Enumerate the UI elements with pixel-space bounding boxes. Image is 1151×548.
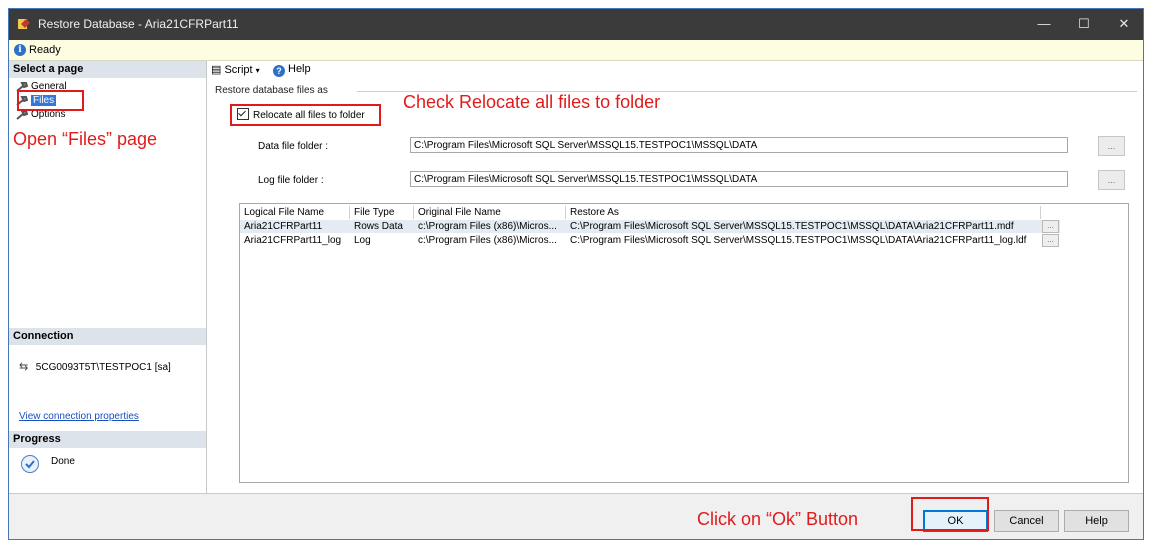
logical-file-name-cell: Aria21CFRPart11 bbox=[244, 221, 323, 232]
log-file-folder-label: Log file folder : bbox=[258, 175, 324, 186]
data-file-folder-input[interactable]: C:\Program Files\Microsoft SQL Server\MS… bbox=[410, 137, 1068, 153]
toolbar: ▤ Script ▾ ? Help bbox=[207, 61, 1143, 79]
left-pane: Select a page General Files Options Conn… bbox=[9, 61, 207, 493]
file-type-cell: Rows Data bbox=[354, 221, 403, 232]
column-header-restore-as[interactable]: Restore As bbox=[566, 206, 1041, 219]
log-folder-browse-button[interactable]: ... bbox=[1098, 170, 1125, 190]
close-button[interactable]: ✕ bbox=[1107, 9, 1141, 40]
data-file-folder-label: Data file folder : bbox=[258, 141, 329, 152]
log-file-folder-input[interactable]: C:\Program Files\Microsoft SQL Server\MS… bbox=[410, 171, 1068, 187]
column-header-file-type[interactable]: File Type bbox=[350, 206, 414, 219]
files-page-highlight bbox=[17, 90, 84, 111]
restore-as-browse-button[interactable]: ... bbox=[1042, 234, 1059, 247]
restore-database-window: Restore Database - Aria21CFRPart11 — ☐ ✕… bbox=[8, 8, 1144, 540]
script-label: Script bbox=[224, 64, 253, 76]
connection-plug-icon: ⇆ bbox=[19, 361, 29, 373]
chevron-down-icon[interactable]: ▾ bbox=[256, 66, 260, 75]
relocate-annotation: Check Relocate all files to folder bbox=[403, 92, 661, 112]
restore-as-cell[interactable]: C:\Program Files\Microsoft SQL Server\MS… bbox=[566, 220, 1041, 233]
file-type-cell: Log bbox=[354, 235, 371, 246]
files-page-annotation: Open “Files” page bbox=[13, 129, 158, 149]
info-icon: i bbox=[14, 44, 26, 56]
database-app-icon bbox=[18, 19, 30, 29]
help-toolbar-button[interactable]: ? Help bbox=[273, 63, 311, 77]
maximize-button[interactable]: ☐ bbox=[1067, 9, 1101, 40]
table-row[interactable]: Aria21CFRPart11_log Log c:\Program Files… bbox=[240, 234, 1060, 247]
original-file-name-cell: c:\Program Files (x86)\Micros... bbox=[418, 221, 557, 232]
original-file-name-cell: c:\Program Files (x86)\Micros... bbox=[418, 235, 557, 246]
select-page-header: Select a page bbox=[9, 61, 206, 78]
connection-server: 5CG0093T5T\TESTPOC1 [sa] bbox=[35, 362, 171, 373]
restore-files-group-label: Restore database files as bbox=[215, 85, 328, 96]
restore-as-browse-button[interactable]: ... bbox=[1042, 220, 1059, 233]
data-folder-browse-button[interactable]: ... bbox=[1098, 136, 1125, 156]
cancel-button[interactable]: Cancel bbox=[994, 510, 1059, 532]
help-icon: ? bbox=[273, 65, 285, 77]
wrench-icon bbox=[16, 110, 28, 120]
minimize-button[interactable]: — bbox=[1027, 9, 1061, 40]
column-header-original-file[interactable]: Original File Name bbox=[414, 206, 566, 219]
view-connection-properties-link[interactable]: View connection properties bbox=[19, 411, 139, 422]
status-text: Ready bbox=[29, 44, 61, 56]
files-grid: Logical File Name File Type Original Fil… bbox=[239, 203, 1129, 483]
connection-info: ⇆ 5CG0093T5T\TESTPOC1 [sa] bbox=[19, 360, 171, 373]
done-check-icon bbox=[21, 455, 39, 473]
connection-header: Connection bbox=[9, 328, 206, 345]
progress-status: Done bbox=[51, 456, 75, 467]
progress-header: Progress bbox=[9, 431, 206, 448]
table-row[interactable]: Aria21CFRPart11 Rows Data c:\Program Fil… bbox=[240, 220, 1060, 233]
help-button[interactable]: Help bbox=[1064, 510, 1129, 532]
restore-as-cell[interactable]: C:\Program Files\Microsoft SQL Server\MS… bbox=[566, 234, 1041, 247]
ok-highlight bbox=[911, 497, 989, 531]
column-header-logical-name[interactable]: Logical File Name bbox=[240, 206, 350, 219]
window-title: Restore Database - Aria21CFRPart11 bbox=[38, 17, 239, 31]
logical-file-name-cell: Aria21CFRPart11_log bbox=[244, 235, 342, 246]
script-icon: ▤ bbox=[211, 64, 222, 76]
grid-header-row: Logical File Name File Type Original Fil… bbox=[240, 206, 1060, 219]
script-button[interactable]: ▤ Script ▾ bbox=[211, 63, 260, 76]
title-bar: Restore Database - Aria21CFRPart11 — ☐ ✕ bbox=[9, 9, 1143, 40]
relocate-highlight bbox=[230, 104, 381, 126]
ok-annotation: Click on “Ok” Button bbox=[697, 509, 859, 529]
help-label: Help bbox=[288, 63, 311, 75]
status-bar: i Ready bbox=[9, 40, 1143, 61]
